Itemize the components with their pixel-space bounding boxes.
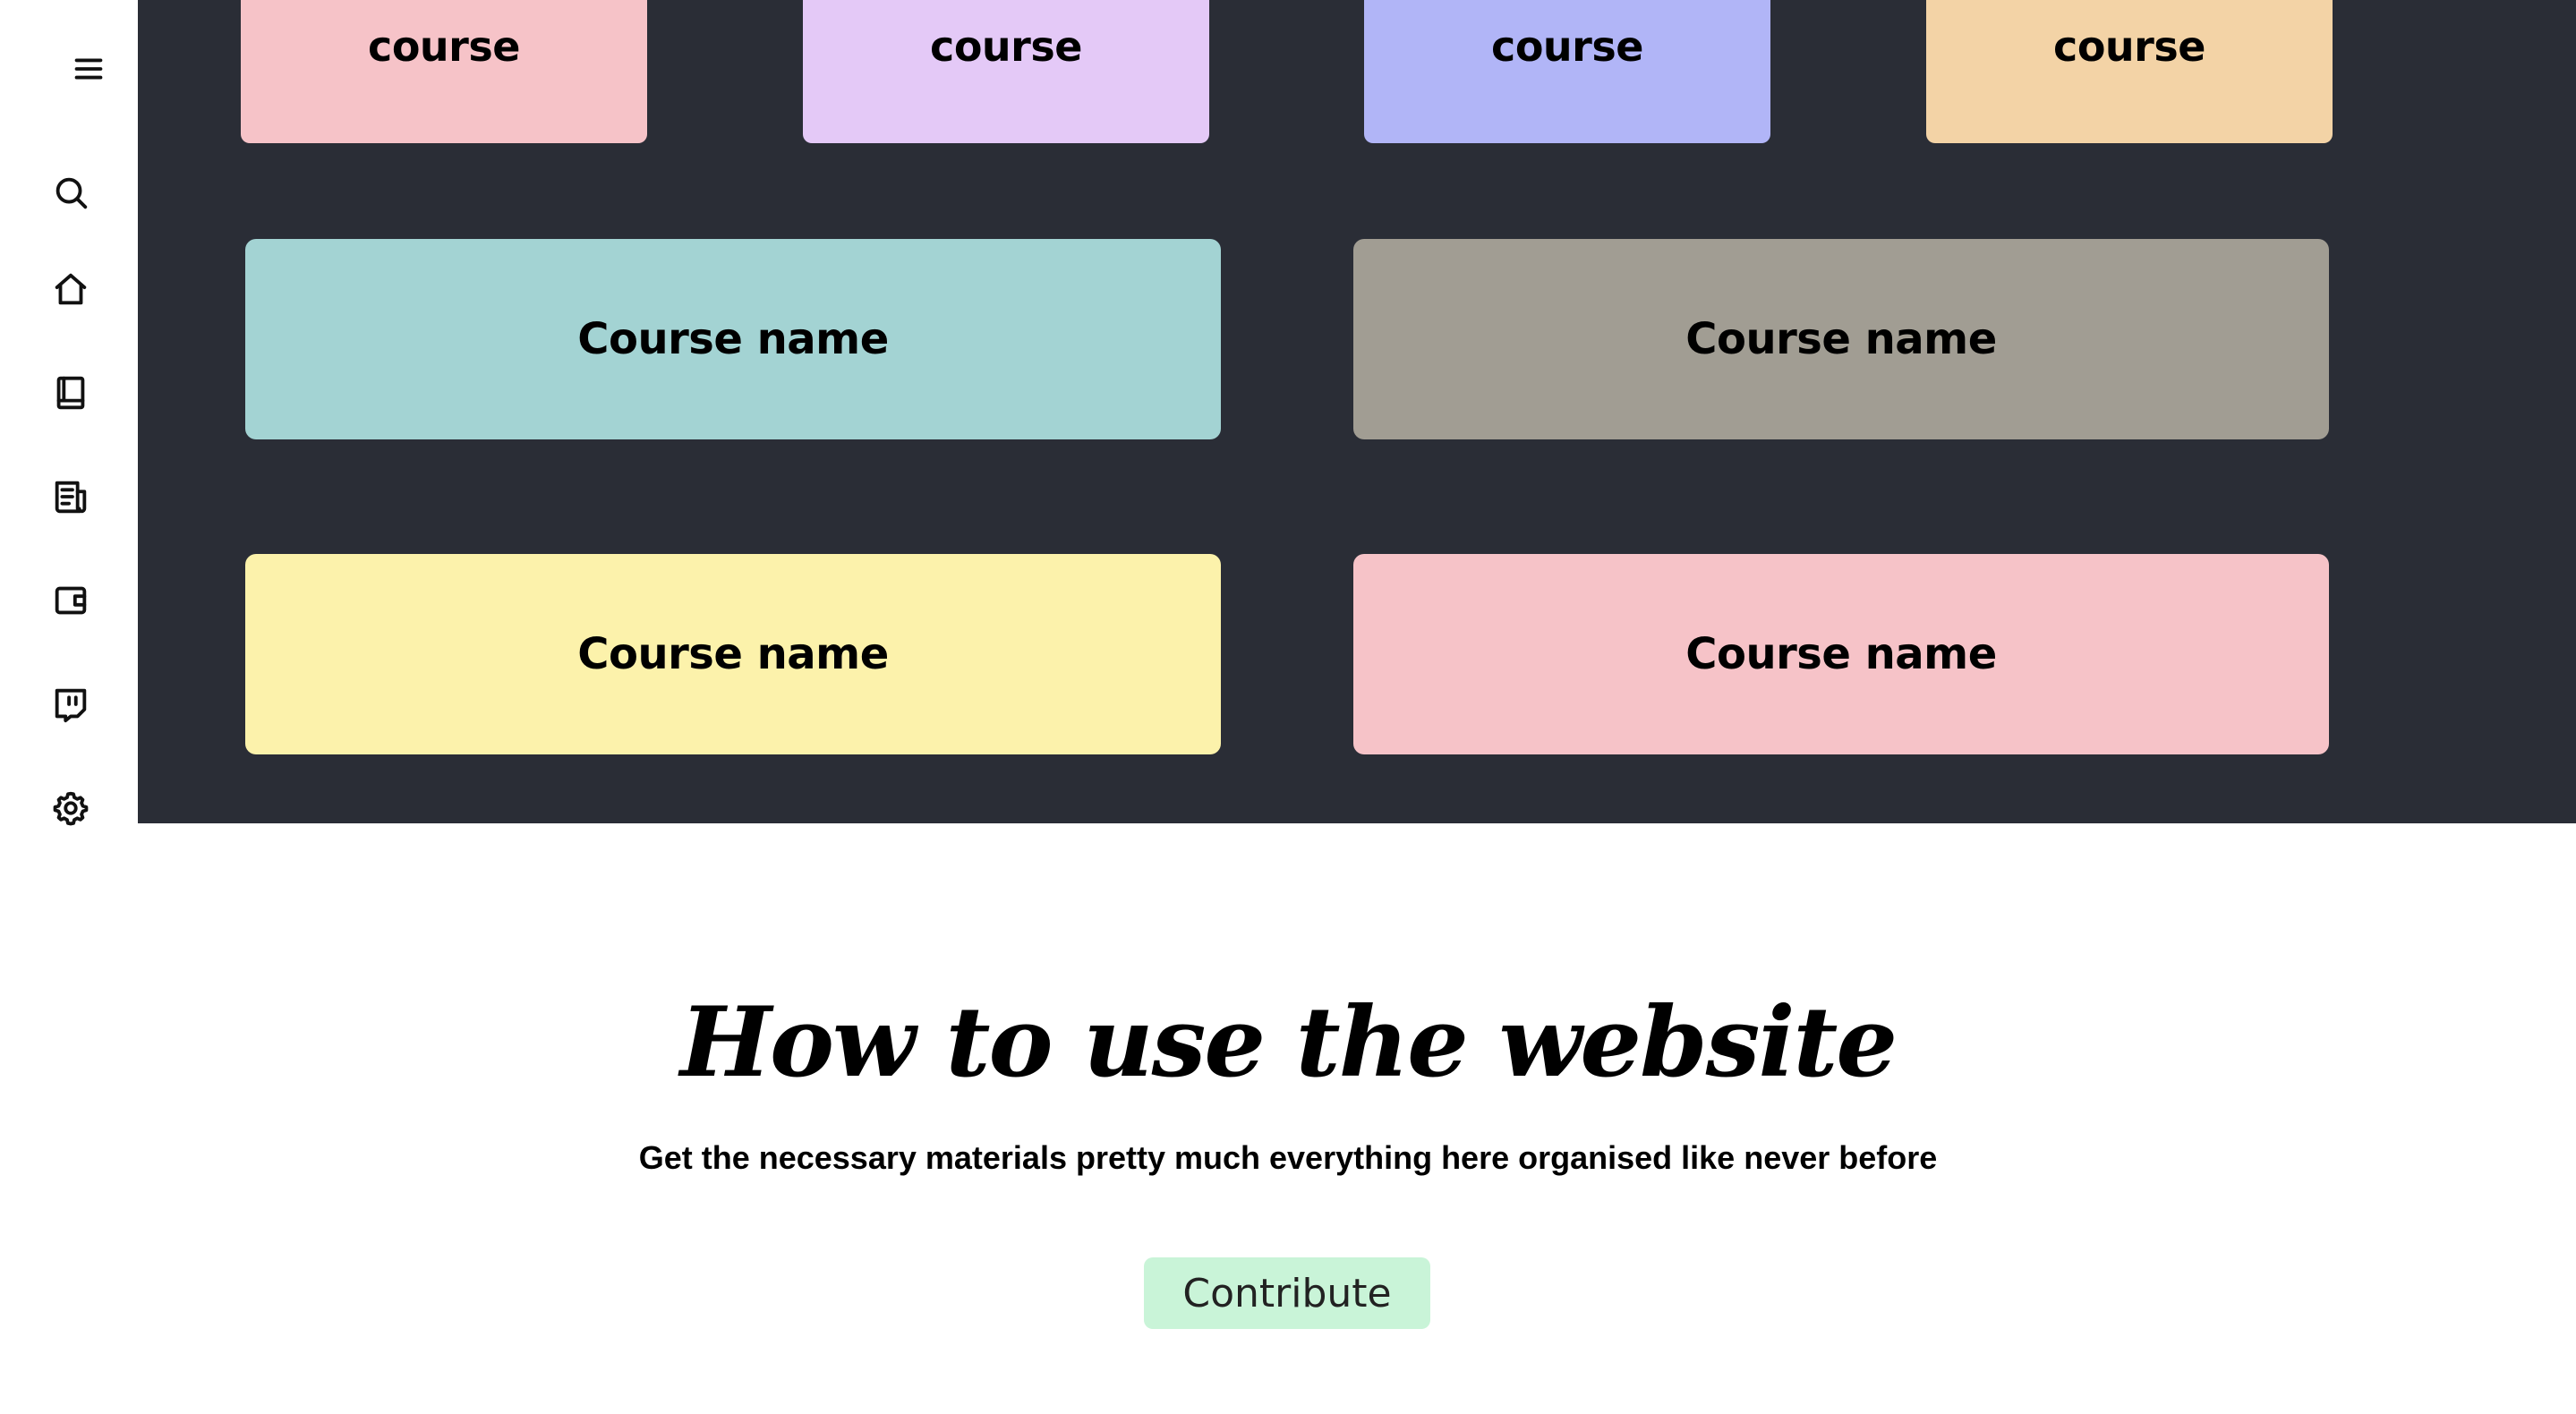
course-card-small-1[interactable]: course [241, 0, 647, 143]
courses-section: course course course course Course name … [138, 0, 2576, 823]
course-card-small-4[interactable]: course [1926, 0, 2333, 143]
wallet-icon [55, 586, 87, 615]
settings-button[interactable] [38, 775, 104, 841]
howto-subtitle: Get the necessary materials pretty much … [638, 1139, 1938, 1176]
page: course course course course Course name … [0, 0, 2576, 1414]
news-button[interactable] [38, 464, 104, 530]
courses-button[interactable] [38, 360, 104, 426]
chat-button[interactable] [38, 671, 104, 737]
book-icon [56, 376, 85, 410]
course-card-label: course [1491, 21, 1643, 71]
search-icon [55, 177, 88, 209]
course-card-3[interactable]: Course name [245, 554, 1221, 754]
course-card-label: Course name [1685, 314, 1997, 364]
course-card-label: course [368, 21, 520, 71]
gear-icon [53, 791, 89, 826]
wallet-button[interactable] [38, 567, 104, 634]
menu-button[interactable] [55, 36, 122, 102]
course-card-label: Course name [577, 314, 889, 364]
home-icon [55, 273, 87, 305]
menu-icon [74, 58, 103, 80]
course-card-small-3[interactable]: course [1364, 0, 1770, 143]
home-button[interactable] [38, 256, 104, 322]
course-card-small-2[interactable]: course [803, 0, 1209, 143]
contribute-button[interactable]: Contribute [1144, 1257, 1430, 1329]
newspaper-icon [55, 481, 87, 514]
course-card-label: Course name [577, 629, 889, 679]
howto-title: How to use the website [679, 986, 1898, 1099]
course-card-label: Course name [1685, 629, 1997, 679]
chat-icon [55, 688, 87, 723]
sidebar [0, 0, 138, 826]
course-card-2[interactable]: Course name [1353, 239, 2329, 439]
course-card-1[interactable]: Course name [245, 239, 1221, 439]
course-card-label: course [930, 21, 1082, 71]
course-card-4[interactable]: Course name [1353, 554, 2329, 754]
course-card-label: course [2053, 21, 2205, 71]
search-button[interactable] [38, 159, 104, 226]
